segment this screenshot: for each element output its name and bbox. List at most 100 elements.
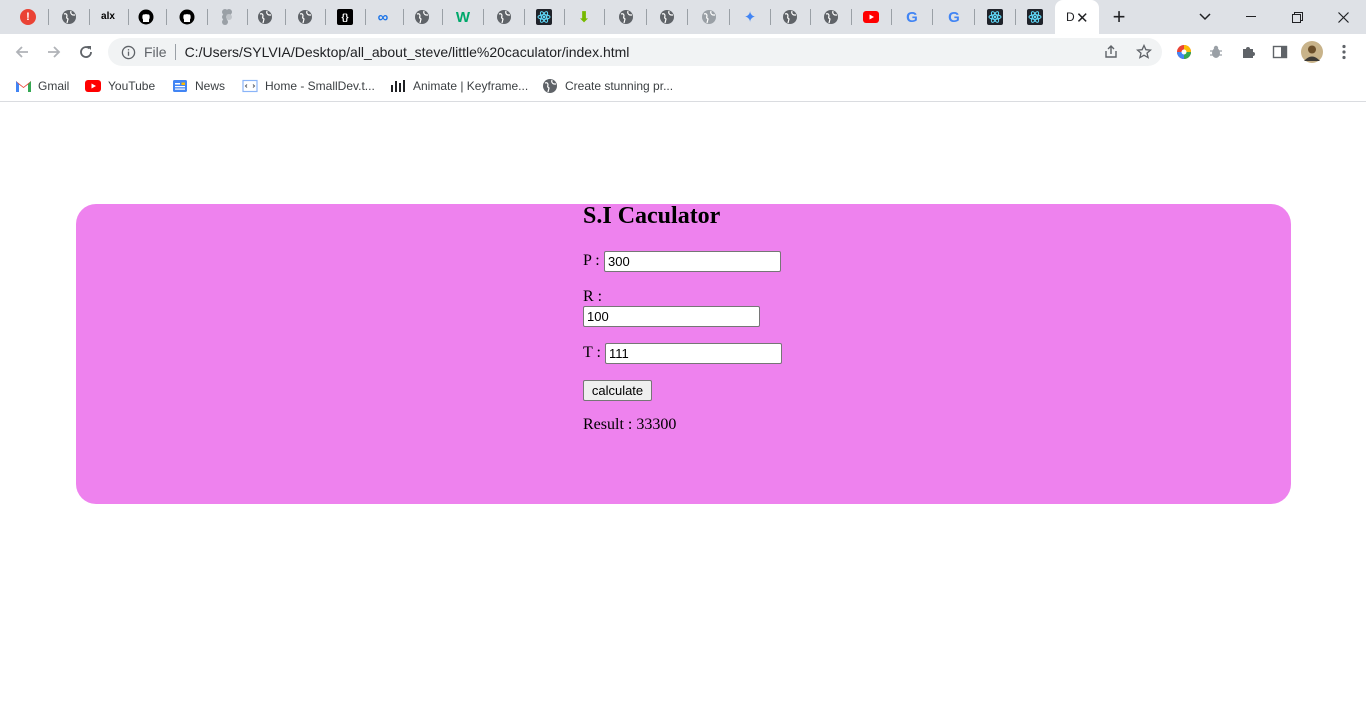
chevron-down-icon: [1199, 13, 1211, 21]
file-scheme-label: File: [144, 44, 167, 60]
browser-tab[interactable]: [648, 0, 689, 34]
w-icon: W: [455, 8, 471, 26]
calculate-button[interactable]: calculate: [583, 380, 652, 401]
time-label: T :: [583, 344, 601, 361]
restore-button[interactable]: [1274, 0, 1320, 34]
youtube-icon: [863, 9, 879, 25]
bookmark-news[interactable]: News: [172, 76, 225, 96]
browser-tab[interactable]: [127, 0, 168, 34]
browser-tab[interactable]: [976, 0, 1017, 34]
profile-avatar[interactable]: [1300, 40, 1324, 64]
principal-label: P :: [583, 252, 600, 269]
tab-strip: ! alx {} ∞ W ⬇ ✦ G G D ✕ +: [0, 0, 1366, 34]
menu-kebab-icon[interactable]: [1334, 42, 1354, 62]
alert-icon: !: [20, 9, 36, 25]
gmail-icon: [15, 78, 31, 94]
forward-arrow-icon: [48, 46, 61, 58]
close-tab-icon[interactable]: ✕: [1076, 9, 1089, 27]
minimize-icon: [1246, 16, 1256, 17]
browser-tab[interactable]: [690, 0, 731, 34]
forward-button[interactable]: [40, 38, 68, 66]
globe-icon: [542, 78, 558, 94]
browser-tab[interactable]: [168, 0, 209, 34]
bookmarks-bar: Gmail YouTube News Home - SmallDev.t... …: [0, 70, 1366, 102]
bookmark-label: YouTube: [108, 79, 156, 93]
browser-tab[interactable]: [525, 0, 566, 34]
close-window-button[interactable]: [1320, 0, 1366, 34]
bookmark-label: Gmail: [38, 79, 70, 93]
bookmark-create-stunning[interactable]: Create stunning pr...: [542, 76, 673, 96]
browser-tab[interactable]: alx: [89, 0, 130, 34]
browser-tab[interactable]: !: [9, 0, 50, 34]
url-text[interactable]: C:/Users/SYLVIA/Desktop/all_about_steve/…: [185, 44, 630, 60]
principal-input[interactable]: [604, 251, 781, 272]
browser-tab[interactable]: [607, 0, 648, 34]
browser-tab[interactable]: [403, 0, 444, 34]
tab-active[interactable]: D ✕: [1055, 0, 1099, 34]
browser-tab[interactable]: ∞: [364, 0, 405, 34]
react-icon: [536, 9, 552, 25]
bookmark-smalldev[interactable]: Home - SmallDev.t...: [242, 76, 375, 96]
globe-icon: [414, 9, 430, 25]
react-icon: [1027, 9, 1043, 25]
active-tab-title: D: [1066, 10, 1075, 24]
rate-label: R :: [583, 288, 603, 305]
minimize-button[interactable]: [1228, 0, 1274, 34]
browser-tab[interactable]: [50, 0, 91, 34]
browser-tab[interactable]: W: [444, 0, 485, 34]
new-tab-button[interactable]: +: [1096, 0, 1142, 34]
github-icon: [179, 9, 195, 25]
browser-tab[interactable]: ✦: [731, 0, 772, 34]
globe-icon: [782, 9, 798, 25]
browser-tab[interactable]: [852, 0, 893, 34]
bars-icon: [390, 78, 406, 94]
browser-tab[interactable]: ⬇: [565, 0, 606, 34]
globe-icon: [61, 9, 77, 25]
browser-tab[interactable]: [485, 0, 526, 34]
bookmark-gmail[interactable]: Gmail: [15, 76, 69, 96]
browser-tab[interactable]: G: [893, 0, 934, 34]
bookmark-label: Create stunning pr...: [565, 79, 674, 93]
globe-icon: [618, 9, 634, 25]
browser-tab[interactable]: {}: [326, 0, 367, 34]
browser-tab[interactable]: [812, 0, 853, 34]
restore-icon: [1291, 11, 1303, 23]
extensions-puzzle-icon[interactable]: [1238, 42, 1258, 62]
bookmark-star-icon[interactable]: [1136, 44, 1152, 60]
browser-tab[interactable]: G: [935, 0, 976, 34]
infinity-icon: ∞: [377, 8, 389, 26]
bug-extension-icon[interactable]: [1206, 42, 1226, 62]
result-text: Result : 33300: [583, 416, 677, 433]
google-icon: G: [948, 8, 960, 26]
browser-tab[interactable]: [208, 0, 249, 34]
puzzle-color-icon: ✦: [743, 8, 757, 26]
address-bar[interactable]: File C:/Users/SYLVIA/Desktop/all_about_s…: [108, 38, 1162, 66]
side-panel-icon[interactable]: [1270, 42, 1290, 62]
code-page-icon: [242, 78, 258, 94]
figma-icon: [219, 9, 235, 25]
react-icon: [987, 9, 1003, 25]
reload-icon: [80, 46, 92, 58]
plus-icon: +: [1112, 4, 1126, 29]
color-wheel-extension-icon[interactable]: [1174, 42, 1194, 62]
bookmark-label: Home - SmallDev.t...: [265, 79, 375, 93]
bookmark-youtube[interactable]: YouTube: [85, 76, 155, 96]
globe-icon: [496, 9, 512, 25]
back-button[interactable]: [8, 38, 36, 66]
google-icon: G: [906, 8, 918, 26]
time-input[interactable]: [605, 343, 782, 364]
page-title: S.I Caculator: [583, 203, 721, 229]
reload-button[interactable]: [72, 38, 100, 66]
download-icon: ⬇: [577, 8, 591, 26]
share-icon[interactable]: [1103, 44, 1119, 60]
browser-tab[interactable]: [1016, 0, 1057, 34]
browser-tab[interactable]: [286, 0, 327, 34]
info-icon[interactable]: [120, 44, 136, 60]
browser-tab[interactable]: [246, 0, 287, 34]
browser-tab[interactable]: [771, 0, 812, 34]
github-icon: [138, 9, 154, 25]
tab-search-button[interactable]: [1182, 0, 1228, 34]
globe-icon: [701, 9, 717, 25]
rate-input[interactable]: [583, 306, 760, 327]
bookmark-animate-keyframe[interactable]: Animate | Keyframe...: [390, 76, 528, 96]
